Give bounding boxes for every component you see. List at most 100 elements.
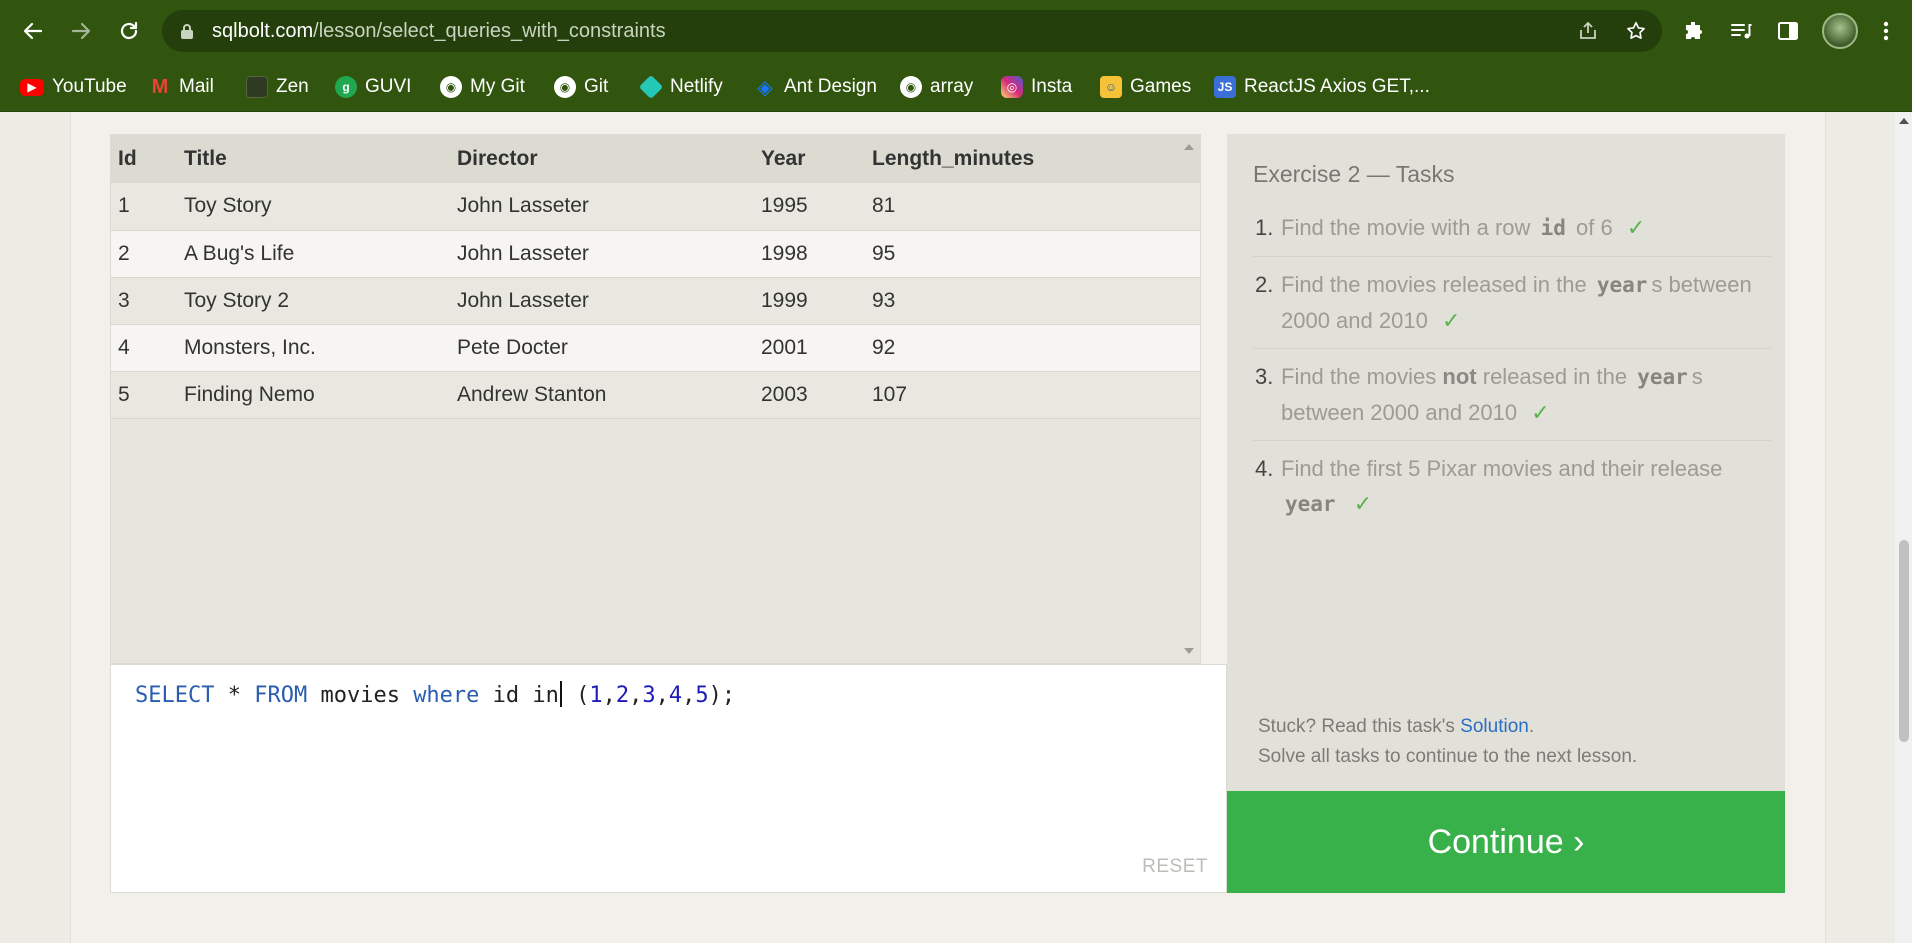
task-text: Find the first 5 Pixar movies and their … [1281, 456, 1723, 481]
reload-button[interactable] [112, 14, 146, 48]
cell-year: 1999 [754, 277, 865, 325]
forward-button[interactable] [64, 14, 98, 48]
task-text: Find the movies released in the [1281, 272, 1587, 297]
sql-keyword: where [413, 683, 480, 708]
cell-year: 1995 [754, 183, 865, 231]
bookmark-mail[interactable]: M Mail [149, 74, 214, 100]
table-row: 5 Finding Nemo Andrew Stanton 2003 107 [111, 371, 1200, 419]
bookmark-label: ReactJS Axios GET,... [1244, 76, 1430, 97]
bookmark-guvi[interactable]: g GUVI [335, 74, 411, 100]
cell-year: 1998 [754, 230, 865, 278]
cell-title: Toy Story 2 [177, 277, 450, 325]
column-header: Year [761, 147, 806, 170]
bookmark-youtube[interactable]: ▶ YouTube [20, 74, 127, 100]
task-number: 4. [1255, 456, 1274, 481]
task-number: 2. [1255, 272, 1274, 297]
column-header: Length_minutes [872, 147, 1035, 170]
arrow-right-icon [71, 22, 91, 40]
bookmark-label: Git [584, 76, 609, 97]
sql-number: 5 [695, 683, 709, 708]
bookmark-ant-design[interactable]: ◈ Ant Design [754, 74, 877, 100]
back-button[interactable] [16, 14, 50, 48]
task-item: 3. Find the movies not released in the y… [1253, 349, 1771, 441]
cell-id: 2 [111, 230, 177, 278]
bookmark-git[interactable]: ◉ Git [554, 74, 608, 100]
cell-title: A Bug's Life [177, 230, 450, 278]
scroll-up-arrow-icon[interactable] [1184, 144, 1194, 150]
cell-director: John Lasseter [450, 277, 754, 325]
task-code: id [1540, 216, 1566, 240]
task-code: year [1637, 365, 1688, 389]
arrow-left-icon [23, 22, 43, 40]
reload-icon [120, 21, 138, 40]
share-button[interactable] [1576, 19, 1600, 43]
results-scrollbar[interactable] [1178, 135, 1200, 663]
youtube-icon: ▶ [20, 78, 44, 96]
task-list: 1. Find the movie with a row id of 6 ✓ 2… [1253, 200, 1771, 532]
bookmark-insta[interactable]: ◎ Insta [1001, 74, 1072, 100]
sql-token: , [602, 683, 616, 708]
page-scrollbar[interactable] [1895, 112, 1912, 943]
netlify-icon [638, 74, 664, 100]
kebab-menu-icon [1883, 21, 1889, 41]
extensions-button[interactable] [1680, 17, 1708, 45]
bookmark-my-git[interactable]: ◉ My Git [440, 74, 525, 100]
playlist-icon [1731, 24, 1752, 39]
cell-year: 2001 [754, 324, 865, 372]
scroll-up-arrow-icon[interactable] [1899, 118, 1909, 124]
results-table-panel[interactable]: Id Title Director Year Length_minutes 1 … [110, 134, 1201, 664]
solution-link[interactable]: Solution [1460, 716, 1529, 737]
cell-length: 107 [865, 371, 1200, 419]
column-header: Director [457, 147, 538, 170]
bookmark-label: Netlify [670, 76, 723, 97]
github-icon: ◉ [440, 76, 462, 98]
bookmark-label: Zen [276, 76, 309, 97]
side-panel-button[interactable] [1774, 17, 1802, 45]
bookmark-reactjs-axios[interactable]: JS ReactJS Axios GET,... [1214, 74, 1430, 100]
task-number: 3. [1255, 364, 1274, 389]
stuck-text: Stuck? Read this task's [1258, 716, 1455, 737]
check-icon: ✓ [1626, 215, 1646, 240]
task-number: 1. [1255, 215, 1274, 240]
stuck-text: . [1528, 716, 1535, 737]
bookmark-array[interactable]: ◉ array [900, 74, 973, 100]
sql-number: 1 [589, 683, 603, 708]
media-button[interactable] [1727, 17, 1755, 45]
reset-button[interactable]: RESET [1142, 856, 1208, 878]
tasks-title: Exercise 2 — Tasks [1253, 161, 1455, 187]
sql-keyword: SELECT [135, 683, 215, 708]
bookmark-netlify[interactable]: Netlify [638, 74, 723, 100]
cell-length: 92 [865, 324, 1200, 372]
table-row: 1 Toy Story John Lasseter 1995 81 [111, 183, 1200, 231]
cell-id: 3 [111, 277, 177, 325]
cell-length: 93 [865, 277, 1200, 325]
sql-query-text[interactable]: SELECT * FROM movies where id in (1,2,3,… [135, 681, 735, 708]
sql-token: * [214, 683, 255, 708]
bookmark-games[interactable]: ☺ Games [1100, 74, 1191, 100]
sql-number: 3 [642, 683, 656, 708]
browser-menu-button[interactable] [1872, 17, 1900, 45]
continue-button[interactable]: Continue › [1227, 791, 1785, 893]
task-text: Find the movies [1281, 364, 1437, 389]
profile-avatar[interactable] [1822, 13, 1858, 49]
bookmark-star-button[interactable] [1624, 19, 1648, 43]
sql-editor[interactable]: SELECT * FROM movies where id in (1,2,3,… [110, 664, 1227, 893]
cell-title: Monsters, Inc. [177, 324, 450, 372]
table-row: 2 A Bug's Life John Lasseter 1998 95 [111, 230, 1200, 278]
bookmark-label: GUVI [365, 76, 412, 97]
task-text: released in the [1482, 364, 1628, 389]
sql-number: 4 [668, 683, 683, 708]
text-cursor [559, 681, 562, 707]
bookmark-zen[interactable]: Zen [246, 74, 309, 100]
scrollbar-thumb[interactable] [1899, 540, 1909, 742]
check-icon: ✓ [1531, 400, 1550, 425]
table-header-row: Id Title Director Year Length_minutes [111, 135, 1200, 183]
page-background: Id Title Director Year Length_minutes 1 … [0, 112, 1895, 943]
cell-id: 5 [111, 371, 177, 419]
sql-token: , [629, 683, 643, 708]
scroll-down-arrow-icon[interactable] [1184, 648, 1194, 654]
task-code: year [1285, 492, 1336, 516]
address-bar[interactable]: sqlbolt.com/lesson/select_queries_with_c… [162, 10, 1662, 52]
games-icon: ☺ [1100, 76, 1122, 98]
check-icon: ✓ [1353, 491, 1373, 516]
